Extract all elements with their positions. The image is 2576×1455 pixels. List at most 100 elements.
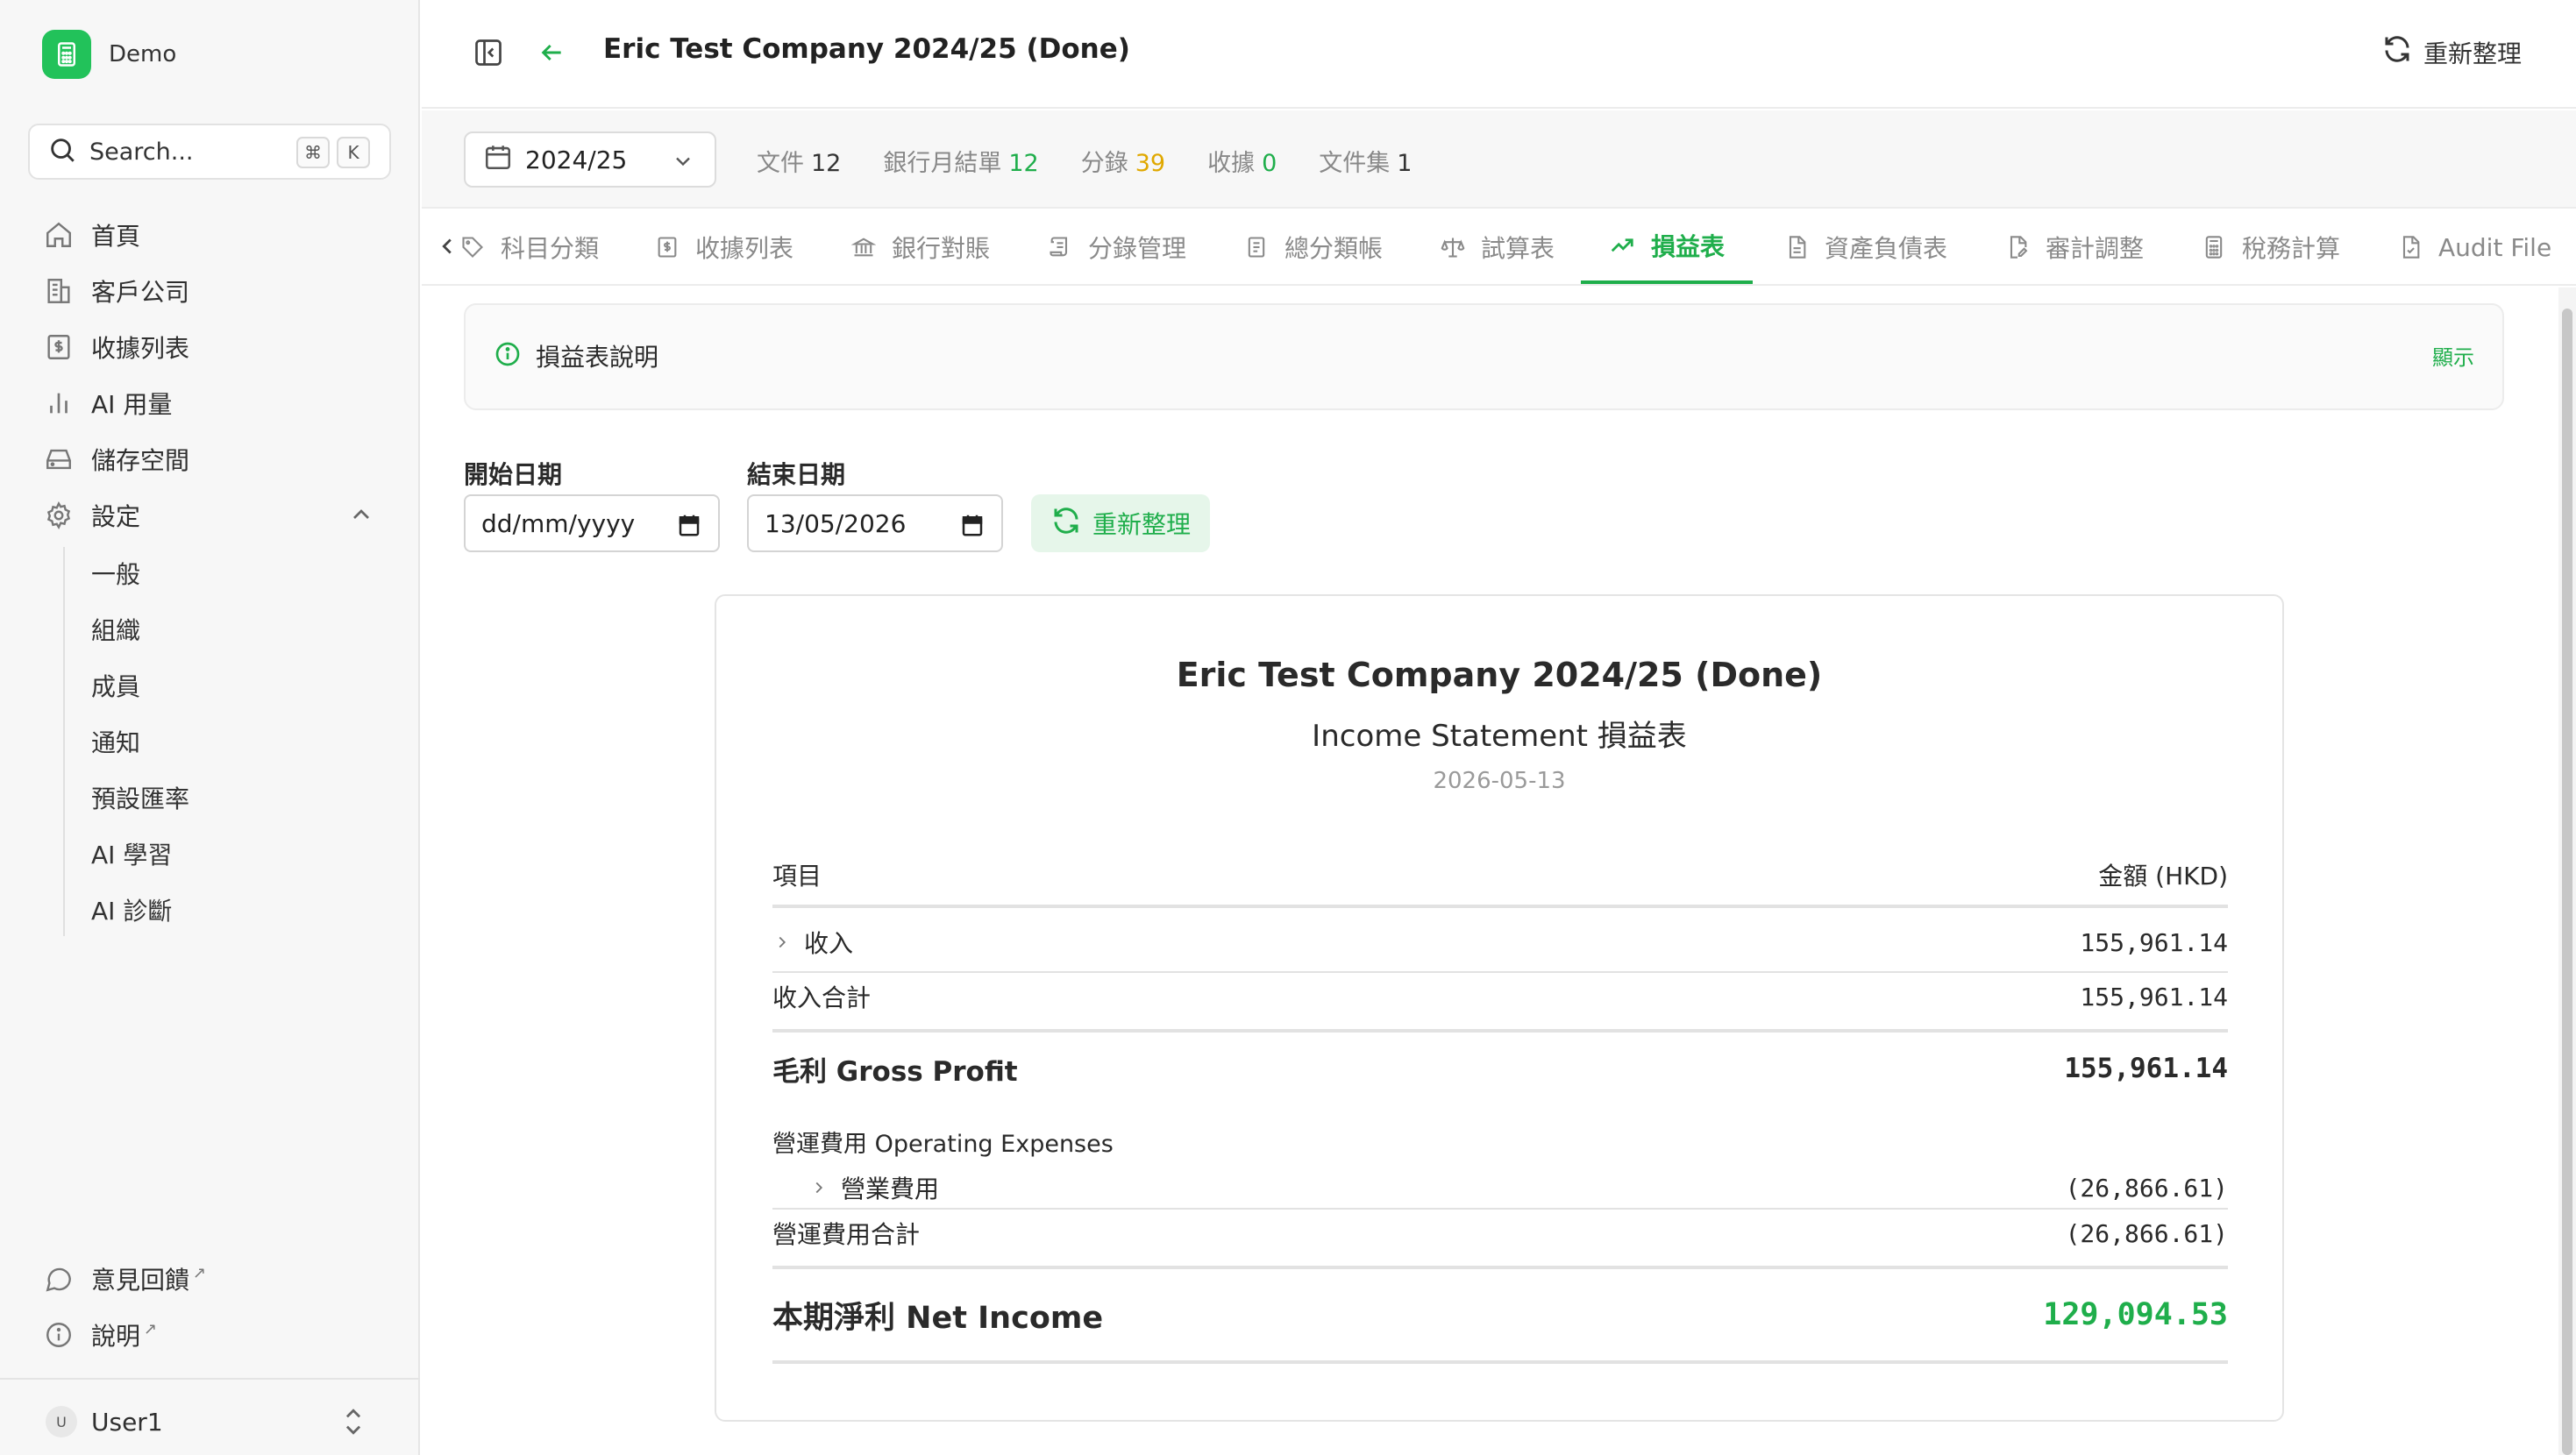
table-header: 項目 金額 (HKD) (772, 857, 2228, 892)
report-company: Eric Test Company 2024/25 (Done) (1176, 656, 1823, 694)
show-toggle[interactable]: 顯示 (2432, 340, 2474, 371)
app-name: Demo (109, 41, 177, 67)
calendar-icon[interactable] (676, 512, 702, 544)
refresh-label: 重新整理 (2423, 39, 2522, 68)
year-select[interactable]: 2024/25 (464, 131, 716, 188)
scale-icon (1441, 235, 1465, 259)
sidebar-item-storage[interactable]: 儲存空間 (42, 437, 189, 481)
sidebar-subitem-notifications[interactable]: 通知 (91, 722, 140, 761)
tab-label: 審計調整 (2046, 234, 2145, 263)
sidebar-item-label: 客戶公司 (91, 278, 190, 307)
tab-label: 稅務計算 (2242, 234, 2341, 263)
sidebar-item-ai-usage[interactable]: AI 用量 (42, 381, 172, 425)
chevrons-up-down-icon[interactable] (338, 1404, 368, 1443)
end-date-value: 13/05/2026 (765, 508, 907, 538)
info-label: 損益表說明 (536, 343, 659, 372)
info-icon (42, 1318, 75, 1352)
table-row-revenue-total: 收入合計 155,961.14 (772, 976, 2228, 1017)
tab-account-classification[interactable]: 科目分類 (460, 210, 599, 284)
info-icon (494, 340, 522, 372)
table-row-opex-total: 營運費用合計 (26,866.61) (772, 1213, 2228, 1253)
avatar[interactable]: U (46, 1406, 77, 1437)
tab-trial-balance[interactable]: 試算表 (1441, 210, 1555, 284)
tab-label: 資產負債表 (1825, 234, 1948, 263)
divider (772, 971, 2228, 973)
sidebar-item-help[interactable]: 說明 ↗ (42, 1313, 157, 1357)
end-date-input[interactable]: 13/05/2026 (747, 494, 1003, 552)
file-check-icon (2398, 235, 2423, 259)
shortcut-k-key: K (337, 137, 370, 168)
stat-receipts[interactable]: 收據 0 (1207, 144, 1277, 178)
section-header-opex: 營運費用 Operating Expenses (772, 1122, 2228, 1160)
sidebar-subitem-ai-diagnosis[interactable]: AI 診斷 (91, 891, 172, 929)
tab-receipts[interactable]: 收據列表 (655, 210, 793, 284)
table-row-revenue[interactable]: 收入 155,961.14 (772, 922, 2228, 962)
chevron-right-icon[interactable] (809, 1178, 829, 1197)
tab-label: 收據列表 (695, 234, 794, 263)
sidebar-subitem-members[interactable]: 成員 (91, 666, 140, 705)
external-link-icon: ↗ (144, 1319, 158, 1338)
stat-collections[interactable]: 文件集 1 (1319, 144, 1412, 178)
tab-general-ledger[interactable]: 總分類帳 (1244, 210, 1383, 284)
row-label: 營運費用合計 (772, 1220, 921, 1249)
tab-audit-adjustments[interactable]: 審計調整 (2005, 210, 2144, 284)
page-title: Eric Test Company 2024/25 (Done) (603, 33, 1130, 65)
sidebar-subitem-general[interactable]: 一般 (91, 554, 140, 593)
sidebar-item-label: 意見回饋 (91, 1266, 190, 1295)
sidebar-item-clients[interactable]: 客戶公司 (42, 269, 189, 313)
tab-journal-entries[interactable]: 分錄管理 (1048, 210, 1186, 284)
tab-tax-computation[interactable]: 稅務計算 (2202, 210, 2340, 284)
stat-bank[interactable]: 銀行月結單 12 (883, 144, 1038, 178)
column-header-item: 項目 (772, 862, 822, 891)
back-arrow-icon[interactable] (537, 39, 566, 70)
divider (772, 1360, 2228, 1364)
stat-collections-count: 1 (1397, 150, 1413, 177)
end-date-label: 結束日期 (747, 460, 846, 489)
tab-bank-reconciliation[interactable]: 銀行對賬 (851, 210, 990, 284)
tab-balance-sheet[interactable]: 資產負債表 (1784, 210, 1947, 284)
column-header-amount: 金額 (HKD) (2098, 862, 2228, 891)
stat-entries[interactable]: 分錄 39 (1081, 144, 1165, 178)
tab-audit-file[interactable]: Audit File (2398, 210, 2551, 284)
report-refresh-button[interactable]: 重新整理 (1031, 494, 1210, 552)
report-title: Income Statement 損益表 (1312, 719, 1687, 754)
stat-documents[interactable]: 文件 12 (757, 144, 841, 178)
tab-income-statement[interactable]: 損益表 (1581, 210, 1754, 284)
calendar-icon[interactable] (959, 512, 986, 544)
sidebar-subitem-organization[interactable]: 組織 (91, 610, 140, 649)
file-pen-icon (2005, 235, 2030, 259)
calendar-icon (483, 142, 513, 178)
sidebar-toggle-icon[interactable] (473, 37, 504, 72)
scroll-icon (1048, 235, 1072, 259)
table-row-opex-item[interactable]: 營業費用 (26,866.61) (772, 1168, 2228, 1208)
row-label: 營業費用 (841, 1175, 940, 1203)
scrollbar-thumb[interactable] (2562, 309, 2572, 1455)
income-statement-info[interactable]: 損益表說明 顯示 (464, 303, 2504, 410)
building-icon (42, 274, 75, 308)
brand[interactable]: Demo (42, 30, 176, 79)
search-icon (47, 135, 77, 168)
chevron-right-icon[interactable] (772, 933, 792, 952)
settings-tree-line (63, 547, 65, 936)
receipt-icon (655, 235, 680, 259)
chevron-up-icon[interactable] (347, 500, 375, 535)
sidebar-subitem-ai-learning[interactable]: AI 學習 (91, 834, 172, 873)
sidebar-subitem-default-rates[interactable]: 預設匯率 (91, 778, 189, 817)
sidebar-item-settings[interactable]: 設定 (42, 493, 375, 537)
external-link-icon: ↗ (193, 1263, 207, 1282)
search-input[interactable]: Search... ⌘ K (28, 124, 391, 180)
sidebar-item-label: 儲存空間 (91, 446, 190, 475)
chevron-left-icon[interactable] (434, 233, 460, 263)
row-value: (26,866.61) (2065, 1173, 2228, 1203)
user-name[interactable]: User1 (91, 1406, 163, 1437)
divider (0, 1378, 420, 1380)
sidebar-item-home[interactable]: 首頁 (42, 213, 140, 257)
start-date-input[interactable]: dd/mm/yyyy (464, 494, 720, 552)
divider (772, 1208, 2228, 1210)
refresh-button[interactable]: 重新整理 (2381, 33, 2522, 71)
sidebar-item-feedback[interactable]: 意見回饋 ↗ (42, 1257, 206, 1301)
sidebar-item-receipts[interactable]: 收據列表 (42, 325, 189, 369)
trending-up-icon (1609, 232, 1635, 259)
file-text-icon (1784, 235, 1809, 259)
shortcut-cmd-key: ⌘ (296, 137, 330, 168)
